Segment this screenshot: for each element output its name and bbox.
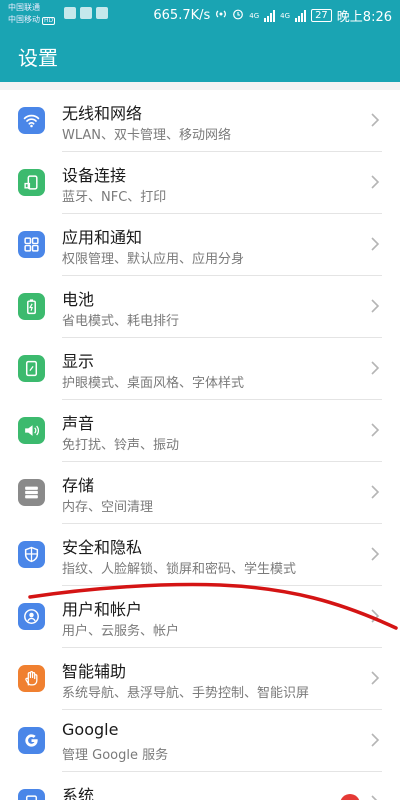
notification-icons <box>64 7 108 19</box>
settings-item-google[interactable]: Google 管理 Google 服务 <box>0 710 400 772</box>
chevron-right-icon <box>371 795 378 800</box>
settings-item-wireless-network[interactable]: 无线和网络 WLAN、双卡管理、移动网络 <box>0 90 400 152</box>
item-subtitle: 省电模式、耗电排行 <box>62 314 180 329</box>
item-title: 声音 <box>62 414 95 433</box>
storage-icon <box>18 479 45 506</box>
item-title: 用户和帐户 <box>62 600 143 619</box>
carrier-1: 中国联通 <box>8 3 40 12</box>
notification-icon <box>80 7 92 19</box>
carrier-2: 中国移动 <box>8 15 40 24</box>
network-speed: 665.7K/s <box>153 8 211 23</box>
settings-item-smart-assistance[interactable]: 智能辅助 系统导航、悬浮导航、手势控制、智能识屏 <box>0 648 400 710</box>
network-type-2: 4G <box>280 11 291 20</box>
shield-icon <box>18 541 45 568</box>
alarm-icon <box>232 8 244 24</box>
item-subtitle: 蓝牙、NFC、打印 <box>62 190 167 205</box>
apps-grid-icon <box>18 231 45 258</box>
status-bar: 中国联通 中国移动 HD 665.7K/s 4G 4G 27 晚上8:26 <box>0 0 400 30</box>
google-icon <box>18 727 45 754</box>
chevron-right-icon <box>371 423 380 437</box>
settings-item-apps-notifications[interactable]: 应用和通知 权限管理、默认应用、应用分身 <box>0 214 400 276</box>
app-bar: 设置 <box>0 30 400 82</box>
battery-indicator: 27 <box>311 9 332 22</box>
item-subtitle: 系统导航、悬浮导航、手势控制、智能识屏 <box>62 686 310 701</box>
settings-list: 无线和网络 WLAN、双卡管理、移动网络 设备连接 蓝牙、NFC、打印 应用和通… <box>0 90 400 800</box>
settings-item-device-connection[interactable]: 设备连接 蓝牙、NFC、打印 <box>0 152 400 214</box>
item-subtitle: 护眼模式、桌面风格、字体样式 <box>62 376 245 391</box>
item-subtitle: 用户、云服务、帐户 <box>62 624 180 639</box>
hotspot-icon <box>215 8 227 24</box>
settings-item-storage[interactable]: 存储 内存、空间清理 <box>0 462 400 524</box>
settings-item-sound[interactable]: 声音 免打扰、铃声、振动 <box>0 400 400 462</box>
item-subtitle: 免打扰、铃声、振动 <box>62 438 180 453</box>
item-subtitle: WLAN、双卡管理、移动网络 <box>62 128 232 143</box>
user-icon <box>18 603 45 630</box>
chevron-right-icon <box>371 361 380 375</box>
item-subtitle: 内存、空间清理 <box>62 500 154 515</box>
signal-icon <box>264 9 276 22</box>
system-icon <box>18 789 45 800</box>
item-title: Google <box>62 720 119 739</box>
settings-item-security-privacy[interactable]: 安全和隐私 指纹、人脸解锁、锁屏和密码、学生模式 <box>0 524 400 586</box>
chevron-right-icon <box>371 237 380 251</box>
settings-item-display[interactable]: 显示 护眼模式、桌面风格、字体样式 <box>0 338 400 400</box>
settings-item-battery[interactable]: 电池 省电模式、耗电排行 <box>0 276 400 338</box>
item-subtitle: 管理 Google 服务 <box>62 748 169 763</box>
hd-badge: HD <box>42 17 56 25</box>
settings-item-system[interactable]: 系统 <box>0 772 400 800</box>
item-subtitle: 权限管理、默认应用、应用分身 <box>62 252 245 267</box>
status-indicators: 665.7K/s 4G 4G 27 晚上8:26 <box>153 6 392 25</box>
chevron-right-icon <box>371 299 380 313</box>
chevron-right-icon <box>371 609 380 623</box>
page-title: 设置 <box>18 46 58 70</box>
hand-icon <box>18 665 45 692</box>
network-type-1: 4G <box>249 11 260 20</box>
device-connect-icon <box>18 169 45 196</box>
item-title: 应用和通知 <box>62 228 143 247</box>
item-title: 安全和隐私 <box>62 538 143 557</box>
item-title: 系统 <box>62 786 95 800</box>
battery-icon <box>18 293 45 320</box>
wifi-icon <box>18 107 45 134</box>
carrier-info: 中国联通 中国移动 HD <box>8 2 56 26</box>
item-title: 存储 <box>62 476 95 495</box>
item-subtitle: 指纹、人脸解锁、锁屏和密码、学生模式 <box>62 562 297 577</box>
speaker-icon <box>18 417 45 444</box>
chevron-right-icon <box>371 485 380 499</box>
chevron-right-icon <box>371 113 380 127</box>
display-icon <box>18 355 45 382</box>
chevron-right-icon <box>371 175 380 189</box>
notification-icon <box>64 7 76 19</box>
item-title: 设备连接 <box>62 166 127 185</box>
item-title: 电池 <box>62 290 95 309</box>
settings-item-users-accounts[interactable]: 用户和帐户 用户、云服务、帐户 <box>0 586 400 648</box>
signal-icon <box>295 9 307 22</box>
item-title: 显示 <box>62 352 95 371</box>
item-title: 无线和网络 <box>62 104 143 123</box>
clock: 晚上8:26 <box>336 10 392 25</box>
item-title: 智能辅助 <box>62 662 127 681</box>
chevron-right-icon <box>371 671 380 685</box>
chevron-right-icon <box>371 547 380 561</box>
notification-icon <box>96 7 108 19</box>
chevron-right-icon <box>371 733 380 747</box>
